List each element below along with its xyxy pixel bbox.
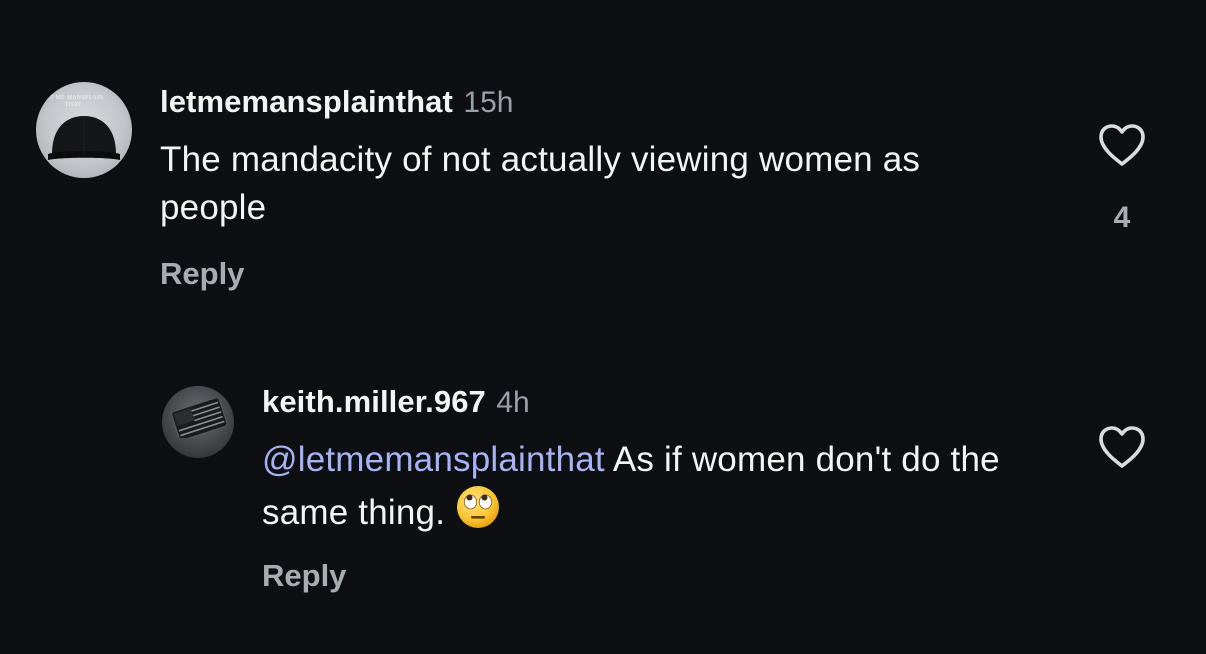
- cap-image: [48, 116, 120, 160]
- timestamp: 4h: [496, 386, 530, 419]
- like-count: 4: [1113, 201, 1131, 234]
- timestamp: 15h: [463, 86, 514, 119]
- mention-link[interactable]: @letmemansplainthat: [262, 440, 605, 479]
- comment-header: letmemansplainthat 15h: [160, 84, 513, 120]
- heart-outline-icon[interactable]: [1097, 424, 1147, 470]
- comment-text: @letmemansplainthat As if women don't do…: [262, 436, 1042, 537]
- username[interactable]: letmemansplainthat: [160, 84, 453, 119]
- like-control: 4: [1096, 122, 1148, 235]
- avatar-text: LET ME MANSPLAIN THAT: [42, 95, 104, 108]
- heart-outline-icon[interactable]: [1097, 122, 1147, 168]
- like-control: [1096, 424, 1148, 475]
- reply-button[interactable]: Reply: [262, 558, 346, 594]
- username[interactable]: keith.miller.967: [262, 384, 486, 419]
- avatar[interactable]: [162, 386, 234, 458]
- comment-text: The mandacity of not actually viewing wo…: [160, 140, 921, 227]
- comment-header: keith.miller.967 4h: [262, 384, 530, 420]
- avatar[interactable]: LET ME MANSPLAIN THAT: [36, 82, 132, 178]
- flag-patch-image: [171, 398, 228, 438]
- reply-comment: keith.miller.967 4h @letmemansplainthat …: [0, 380, 1206, 610]
- reply-button[interactable]: Reply: [160, 256, 244, 292]
- comments-screen: LET ME MANSPLAIN THAT letmemansplainthat…: [0, 0, 1206, 654]
- face-with-rolling-eyes-emoji: [457, 486, 500, 528]
- comment: LET ME MANSPLAIN THAT letmemansplainthat…: [0, 82, 1206, 302]
